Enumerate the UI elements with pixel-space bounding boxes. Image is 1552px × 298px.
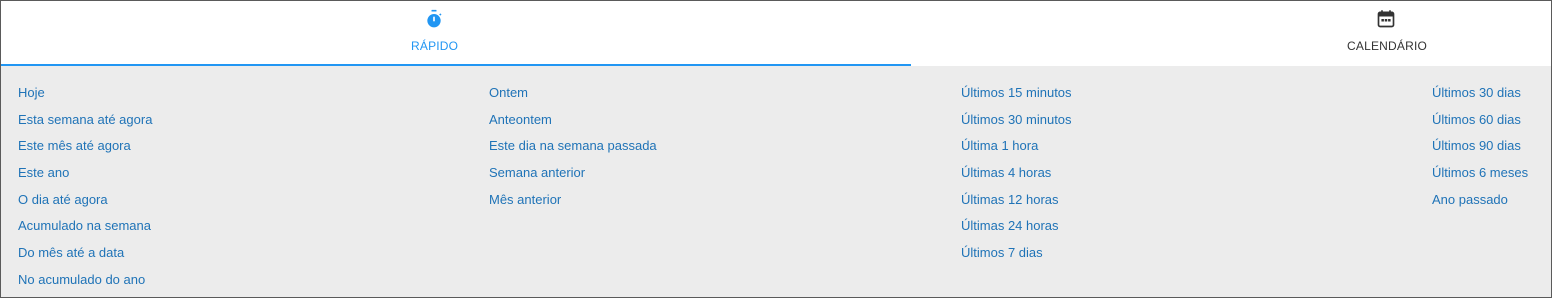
quick-range-column-4: Últimos 30 dias Últimos 60 dias Últimos … <box>1432 84 1528 217</box>
range-month-to-date-alt[interactable]: Do mês até a data <box>18 244 152 271</box>
range-last-6-months[interactable]: Últimos 6 meses <box>1432 164 1528 191</box>
tab-bar: RÁPIDO CALENDÁRIO <box>1 1 1551 66</box>
range-day-before-yesterday[interactable]: Anteontem <box>489 111 657 138</box>
range-last-1-hour[interactable]: Última 1 hora <box>961 137 1072 164</box>
range-week-to-date[interactable]: Esta semana até agora <box>18 111 152 138</box>
range-last-year[interactable]: Ano passado <box>1432 191 1528 218</box>
range-last-60-days[interactable]: Últimos 60 dias <box>1432 111 1528 138</box>
range-last-24-hours[interactable]: Últimas 24 horas <box>961 217 1072 244</box>
range-previous-month[interactable]: Mês anterior <box>489 191 657 218</box>
quick-ranges-panel: Hoje Esta semana até agora Este mês até … <box>1 66 1551 297</box>
range-year-to-date[interactable]: No acumulado do ano <box>18 271 152 298</box>
range-yesterday[interactable]: Ontem <box>489 84 657 111</box>
range-today[interactable]: Hoje <box>18 84 152 111</box>
range-previous-week[interactable]: Semana anterior <box>489 164 657 191</box>
range-last-90-days[interactable]: Últimos 90 dias <box>1432 137 1528 164</box>
quick-range-column-3: Últimos 15 minutos Últimos 30 minutos Úl… <box>961 84 1072 271</box>
time-range-picker: RÁPIDO CALENDÁRIO Hoje Esta semana até a… <box>0 0 1552 298</box>
calendar-icon <box>1377 10 1395 28</box>
tab-calendar[interactable]: CALENDÁRIO <box>911 1 1551 66</box>
range-this-day-last-week[interactable]: Este dia na semana passada <box>489 137 657 164</box>
quick-range-column-1: Hoje Esta semana até agora Este mês até … <box>18 84 152 298</box>
quick-range-column-2: Ontem Anteontem Este dia na semana passa… <box>489 84 657 217</box>
range-last-30-minutes[interactable]: Últimos 30 minutos <box>961 111 1072 138</box>
range-this-year[interactable]: Este ano <box>18 164 152 191</box>
range-last-4-hours[interactable]: Últimas 4 horas <box>961 164 1072 191</box>
range-last-15-minutes[interactable]: Últimos 15 minutos <box>961 84 1072 111</box>
range-last-30-days[interactable]: Últimos 30 dias <box>1432 84 1528 111</box>
tab-quick-label: RÁPIDO <box>411 39 459 53</box>
range-month-to-date[interactable]: Este mês até agora <box>18 137 152 164</box>
tab-quick[interactable]: RÁPIDO <box>1 1 911 66</box>
range-day-so-far[interactable]: O dia até agora <box>18 191 152 218</box>
range-last-7-days[interactable]: Últimos 7 dias <box>961 244 1072 271</box>
stopwatch-icon <box>427 9 442 28</box>
range-last-12-hours[interactable]: Últimas 12 horas <box>961 191 1072 218</box>
range-week-accumulated[interactable]: Acumulado na semana <box>18 217 152 244</box>
tab-calendar-label: CALENDÁRIO <box>1347 39 1428 53</box>
